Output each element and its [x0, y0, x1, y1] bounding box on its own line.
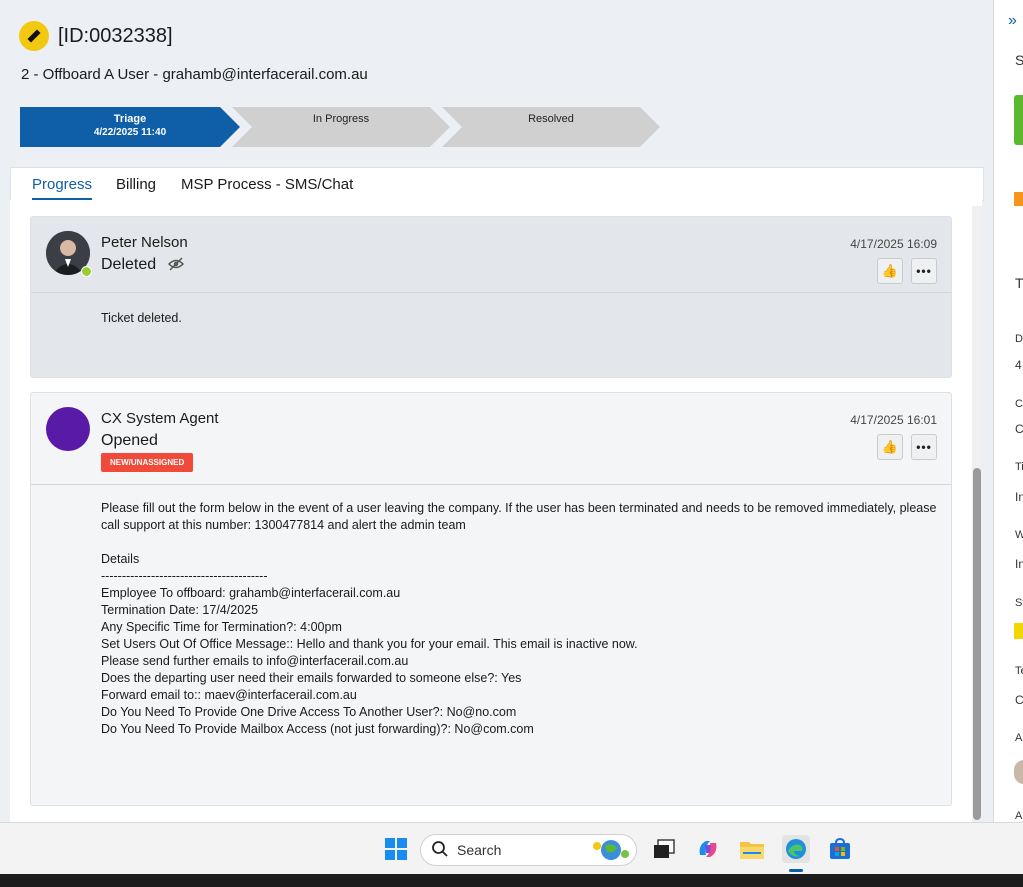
task-view-icon[interactable]: [650, 835, 678, 863]
side-panel-value: In: [1015, 490, 1023, 504]
entry-body: Ticket deleted.: [101, 310, 182, 327]
stage-name: In Progress: [312, 113, 370, 125]
tab-bar: Progress Billing MSP Process - SMS/Chat: [10, 167, 984, 201]
active-app-indicator: [789, 869, 803, 872]
status-color-block: [1014, 623, 1023, 639]
side-panel-label: W: [1015, 529, 1023, 541]
side-panel-label: A: [1015, 810, 1023, 822]
stage-date: 4/22/2025 11:40: [93, 127, 167, 138]
file-explorer-icon[interactable]: [738, 835, 766, 863]
entry-author: Peter Nelson: [101, 234, 188, 251]
search-placeholder: Search: [457, 842, 502, 858]
side-panel-value: In: [1015, 557, 1023, 571]
tab-msp-process[interactable]: MSP Process - SMS/Chat: [181, 176, 353, 193]
windows-start-icon[interactable]: [382, 835, 410, 863]
like-button[interactable]: 👍: [877, 258, 903, 284]
side-panel-label: C: [1015, 398, 1023, 410]
entry-timestamp: 4/17/2025 16:01: [850, 413, 937, 427]
ticket-id: [ID:0032338]: [58, 25, 173, 47]
avatar: [1014, 760, 1023, 784]
entry-body-line: Set Users Out Of Office Message:: Hello …: [101, 637, 638, 651]
entry-body-line: Forward email to:: maev@interfacerail.co…: [101, 688, 357, 702]
activity-feed: Peter Nelson Deleted 4/17/2025 16:09 👍 •…: [10, 200, 982, 822]
status-color-block: [1014, 95, 1023, 145]
like-button[interactable]: 👍: [877, 434, 903, 460]
screen-bottom-edge: [0, 874, 1023, 887]
entry-header: CX System Agent Opened NEW/UNASSIGNED 4/…: [31, 393, 951, 485]
side-panel-label: D: [1015, 333, 1023, 345]
stage-resolved[interactable]: Resolved: [442, 107, 660, 147]
tab-progress[interactable]: Progress: [32, 176, 93, 200]
windows-taskbar: Search: [0, 822, 1023, 875]
more-options-button[interactable]: •••: [911, 434, 937, 460]
ticket-main-panel: [ID:0032338] 2 - Offboard A User - graha…: [0, 0, 993, 822]
taskbar-search[interactable]: Search: [420, 834, 637, 866]
scrollbar-thumb[interactable]: [973, 468, 981, 820]
eye-slash-icon: [167, 257, 185, 276]
side-panel-label: Ti: [1015, 461, 1023, 473]
entry-body-line: Do You Need To Provide Mailbox Access (n…: [101, 722, 534, 736]
microsoft-store-icon[interactable]: [826, 835, 854, 863]
activity-entry: Peter Nelson Deleted 4/17/2025 16:09 👍 •…: [30, 216, 952, 378]
avatar: [46, 407, 90, 451]
edge-browser-icon[interactable]: [782, 835, 810, 863]
entry-body-line: Do You Need To Provide One Drive Access …: [101, 705, 517, 719]
entry-body-line: Ticket deleted.: [101, 311, 182, 325]
stage-name: Triage: [113, 113, 147, 125]
activity-entry: CX System Agent Opened NEW/UNASSIGNED 4/…: [30, 392, 952, 806]
entry-body: Please fill out the form below in the ev…: [101, 500, 941, 738]
entry-body-line: Does the departing user need their email…: [101, 671, 522, 685]
side-panel-value: C: [1015, 422, 1023, 436]
entry-body-line: Please send further emails to info@inter…: [101, 654, 409, 668]
side-panel-value: 4: [1015, 358, 1022, 372]
expand-panel-icon[interactable]: »: [1008, 12, 1017, 30]
entry-body-line: ----------------------------------------: [101, 569, 268, 583]
stage-name: Resolved: [528, 113, 574, 125]
entry-action: Opened: [101, 432, 158, 449]
side-panel-label: T: [1015, 275, 1023, 291]
side-panel-label: Te: [1015, 665, 1023, 677]
stage-triage[interactable]: Triage 4/22/2025 11:40: [20, 107, 240, 147]
side-panel-label: St: [1015, 597, 1023, 609]
ticket-icon: [19, 21, 49, 51]
feed-scrollbar[interactable]: [972, 206, 982, 822]
more-options-button[interactable]: •••: [911, 258, 937, 284]
ellipsis-icon: •••: [916, 440, 932, 454]
status-badge: NEW/UNASSIGNED: [101, 453, 194, 472]
entry-timestamp: 4/17/2025 16:09: [850, 237, 937, 251]
entry-header: Peter Nelson Deleted 4/17/2025 16:09 👍 •…: [31, 217, 951, 293]
search-icon: [431, 840, 449, 863]
entry-body-line: Any Specific Time for Termination?: 4:00…: [101, 620, 342, 634]
entry-body-line: Details: [101, 552, 140, 566]
side-panel-value: C: [1015, 693, 1023, 707]
entry-action: Deleted: [101, 256, 157, 273]
details-side-panel: » S T D 4 C C Ti In W In St Te C As A: [993, 0, 1023, 822]
copilot-icon[interactable]: [694, 835, 722, 863]
stage-in-progress[interactable]: In Progress: [232, 107, 450, 147]
ellipsis-icon: •••: [916, 264, 932, 278]
entry-author: CX System Agent: [101, 410, 219, 427]
entry-body-line: Please fill out the form below in the ev…: [101, 501, 937, 532]
ticket-subject: 2 - Offboard A User - grahamb@interfacer…: [21, 66, 368, 83]
tab-billing[interactable]: Billing: [116, 176, 156, 193]
presence-indicator: [81, 266, 92, 277]
thumbs-up-icon: 👍: [881, 439, 899, 454]
thumbs-up-icon: 👍: [881, 263, 899, 278]
priority-color-block: [1014, 192, 1023, 206]
globe-highlight-icon: [591, 838, 631, 867]
entry-body-line: Employee To offboard: grahamb@interfacer…: [101, 586, 401, 600]
entry-body-line: [101, 534, 941, 551]
entry-body-line: Termination Date: 17/4/2025: [101, 603, 259, 617]
side-panel-label: As: [1015, 732, 1023, 744]
side-panel-label: S: [1015, 52, 1023, 68]
stage-progress: Triage 4/22/2025 11:40 In Progress Resol…: [20, 107, 670, 147]
